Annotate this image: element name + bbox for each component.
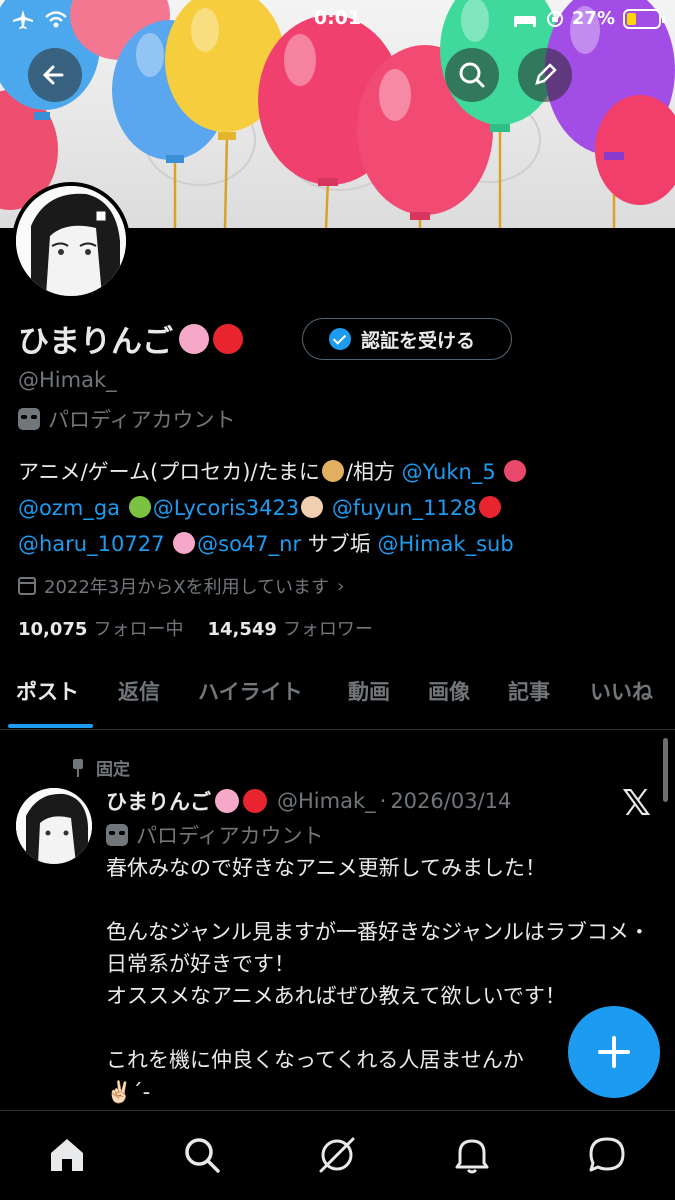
follow-stats: 10,075 フォロー中 14,549 フォロワー [18, 615, 373, 641]
profile-handle: @Himak_ [18, 368, 117, 392]
avatar-illustration [16, 788, 92, 864]
tab-images[interactable]: 画像 [428, 676, 470, 706]
battery-icon [623, 8, 665, 29]
mention-link[interactable]: @Yukn_5 [402, 460, 496, 484]
cherry-blossom-emoji-icon [173, 532, 196, 554]
bio-text: アニメ/ゲーム(プロセカ)/たまに [18, 460, 320, 484]
parody-label-row: パロディアカウント [18, 404, 236, 434]
orientation-lock-icon [546, 10, 563, 27]
calendar-icon [18, 577, 36, 595]
post-parody-row: パロディアカウント [106, 820, 324, 850]
compose-button[interactable] [568, 1006, 660, 1098]
red-apple-emoji-icon [243, 789, 267, 813]
profile-tabs: ポスト 返信 ハイライト 動画 画像 記事 いいね [0, 666, 675, 730]
pin-icon [72, 758, 84, 777]
followers-stat[interactable]: 14,549 フォロワー [207, 615, 372, 641]
get-verified-label: 認証を受ける [361, 329, 476, 352]
joined-date-row[interactable]: 2022年3月からXを利用しています › [18, 573, 344, 599]
verified-check-icon [329, 328, 351, 350]
arrow-left-icon [42, 65, 64, 85]
post-date-separator: · [379, 789, 387, 813]
pencil-icon [535, 63, 557, 85]
avatar-illustration [16, 186, 126, 296]
mask-icon [18, 408, 40, 430]
red-apple-emoji-icon [478, 496, 501, 518]
mention-link[interactable]: @Lycoris3423 [153, 496, 299, 520]
messages-icon[interactable] [585, 1133, 629, 1177]
tab-posts[interactable]: ポスト [16, 676, 79, 706]
cherry-blossom-emoji-icon [215, 789, 239, 813]
bed-icon [513, 15, 536, 27]
green-apple-emoji-icon [128, 496, 151, 518]
display-name-row: ひまりんご [18, 316, 243, 361]
x-logo-icon[interactable]: 𝕏 [622, 783, 651, 824]
search-profile-button[interactable] [445, 48, 499, 102]
tab-highlights[interactable]: ハイライト [198, 676, 303, 706]
notifications-icon[interactable] [450, 1133, 494, 1177]
post-date[interactable]: 2026/03/14 [390, 789, 511, 813]
back-button[interactable] [28, 48, 82, 102]
followers-label: フォロワー [282, 619, 373, 640]
pinned-label: 固定 [96, 760, 130, 780]
bio-text: サブ垢 [301, 532, 378, 556]
chevron-right-icon: › [337, 575, 345, 597]
tab-articles[interactable]: 記事 [508, 676, 550, 706]
profile-bio: アニメ/ゲーム(プロセカ)/たまに/相方 @Yukn_5 @ozm_ga @Ly… [18, 454, 658, 562]
mention-link[interactable]: @fuyun_1128 [332, 496, 477, 520]
mention-link[interactable]: @so47_nr [197, 532, 301, 556]
edit-button[interactable] [518, 48, 572, 102]
followers-count: 14,549 [207, 619, 277, 640]
battery-percent: 27% [571, 8, 615, 29]
following-label: フォロー中 [93, 619, 184, 640]
joined-date: 2022年3月からXを利用しています [44, 577, 330, 598]
following-stat[interactable]: 10,075 フォロー中 [18, 615, 183, 641]
mention-link[interactable]: @haru_10727 [18, 532, 164, 556]
parody-label: パロディアカウント [48, 408, 236, 432]
mention-link[interactable]: @ozm_ga [18, 496, 120, 520]
home-icon[interactable] [45, 1133, 89, 1177]
post-parody-label: パロディアカウント [136, 824, 324, 848]
scrollbar[interactable] [663, 738, 668, 802]
tab-replies[interactable]: 返信 [118, 676, 160, 706]
crossed-fingers-emoji-icon [301, 496, 324, 518]
profile-avatar[interactable] [12, 182, 130, 300]
get-verified-button[interactable]: 認証を受ける [302, 318, 512, 360]
following-count: 10,075 [18, 619, 88, 640]
bio-text: /相方 [345, 460, 402, 484]
plus-icon [598, 1036, 630, 1068]
post-author-avatar[interactable] [16, 788, 92, 864]
tab-likes[interactable]: いいね [590, 676, 653, 706]
grok-icon[interactable] [315, 1133, 359, 1177]
mention-link[interactable]: @Himak_sub [377, 532, 513, 556]
active-tab-indicator [8, 724, 93, 728]
cherry-blossom-emoji-icon [179, 323, 209, 354]
post-header: ひまりんご @Himak_ · 2026/03/14 [106, 786, 511, 816]
pinned-indicator: 固定 [72, 755, 130, 780]
mask-icon [106, 824, 128, 846]
bottom-navigation [0, 1110, 675, 1200]
red-apple-emoji-icon [213, 323, 243, 354]
search-icon [459, 62, 485, 88]
search-icon[interactable] [180, 1133, 224, 1177]
status-bar: 0:01 27% [0, 0, 675, 40]
tab-videos[interactable]: 動画 [348, 676, 390, 706]
display-name: ひまりんご [18, 324, 173, 360]
post-author-name[interactable]: ひまりんご [106, 786, 211, 816]
palette-emoji-icon [321, 460, 344, 482]
tulip-emoji-icon [504, 460, 527, 482]
post-author-handle[interactable]: @Himak_ [277, 789, 376, 813]
